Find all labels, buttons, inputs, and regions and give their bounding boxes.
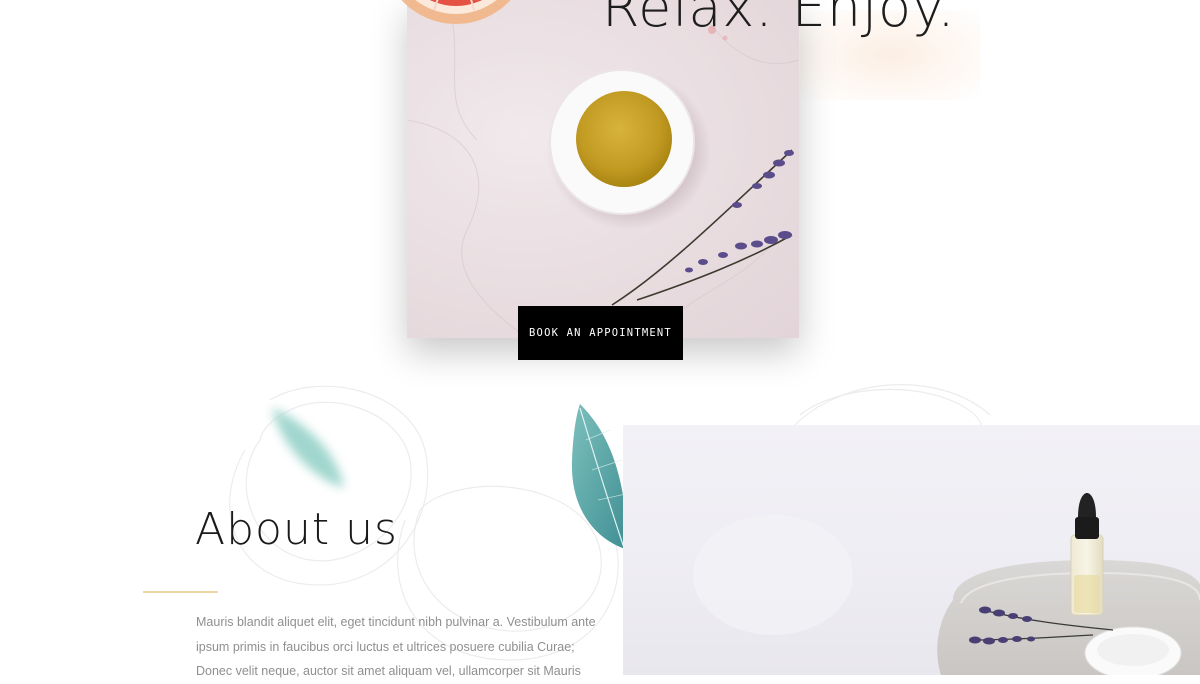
- about-body-line: Donec velit neque, auctor sit amet aliqu…: [196, 664, 581, 678]
- hero-headline: Relax. Enjoy.: [602, 0, 956, 39]
- marble-oil-bowl-lavender-photo: [407, 0, 799, 338]
- spa-image: [623, 425, 1200, 675]
- teal-leaf-icon: [571, 404, 628, 550]
- about-body-line: Mauris blandit aliquet elit, eget tincid…: [196, 615, 596, 629]
- grapefruit-slice-image: [401, 0, 511, 24]
- about-body: Mauris blandit aliquet elit, eget tincid…: [196, 610, 596, 684]
- hero-image: [407, 0, 799, 338]
- about-divider: [143, 591, 218, 593]
- about-title: About us: [195, 504, 398, 555]
- blurred-leaf-icon: [272, 408, 344, 488]
- spa-oil-dropper-tray-photo: [693, 493, 1200, 675]
- about-body-line: ipsum primis in faucibus orci luctus et …: [196, 639, 575, 654]
- book-appointment-button[interactable]: BOOK AN APPOINTMENT: [518, 306, 683, 360]
